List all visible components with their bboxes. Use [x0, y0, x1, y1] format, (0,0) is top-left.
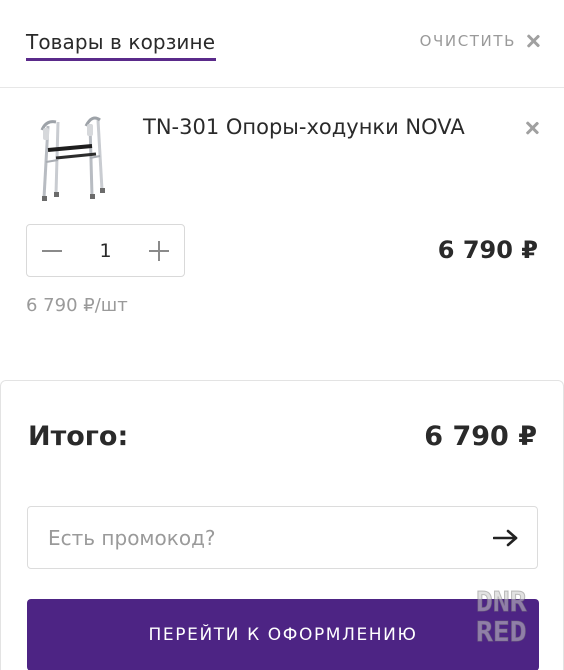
quantity-input[interactable]	[85, 239, 126, 262]
plus-icon	[149, 240, 169, 261]
checkout-button[interactable]: ПЕРЕЙТИ К ОФОРМЛЕНИЮ	[27, 599, 539, 670]
item-price: 6 790 ₽	[437, 236, 538, 264]
promo-code-field	[27, 506, 538, 569]
clear-cart-button[interactable]: ОЧИСТИТЬ	[420, 32, 540, 50]
checkout-label: ПЕРЕЙТИ К ОФОРМЛЕНИЮ	[148, 625, 418, 645]
arrow-right-icon	[493, 529, 518, 546]
total-label: Итого:	[28, 421, 129, 452]
watermark-line-1: DNR	[476, 585, 528, 618]
close-icon	[525, 121, 539, 135]
cart-title: Товары в корзине	[26, 30, 216, 54]
clear-cart-label: ОЧИСТИТЬ	[419, 32, 516, 50]
product-name[interactable]: TN-301 Опоры-ходунки NOVA	[143, 114, 473, 141]
unit-price: 6 790 ₽/шт	[26, 295, 128, 316]
total-value: 6 790 ₽	[424, 421, 537, 452]
walker-image	[40, 116, 105, 201]
decrease-quantity-button[interactable]	[27, 225, 77, 276]
remove-item-button[interactable]	[525, 120, 539, 139]
increase-quantity-button[interactable]	[134, 225, 184, 276]
minus-icon	[42, 249, 62, 252]
promo-submit-button[interactable]	[475, 507, 537, 568]
cart-header: Товары в корзине ОЧИСТИТЬ	[0, 0, 564, 88]
cart-page: Товары в корзине ОЧИСТИТЬ TN-301 Опоры-х…	[0, 0, 564, 670]
close-icon	[526, 34, 540, 48]
active-tab-underline	[26, 58, 216, 61]
promo-code-input[interactable]	[28, 507, 475, 568]
watermark-logo: DNR RED	[476, 585, 552, 651]
quantity-stepper	[26, 224, 185, 277]
product-image[interactable]	[34, 112, 112, 204]
watermark-line-2: RED	[476, 615, 528, 648]
